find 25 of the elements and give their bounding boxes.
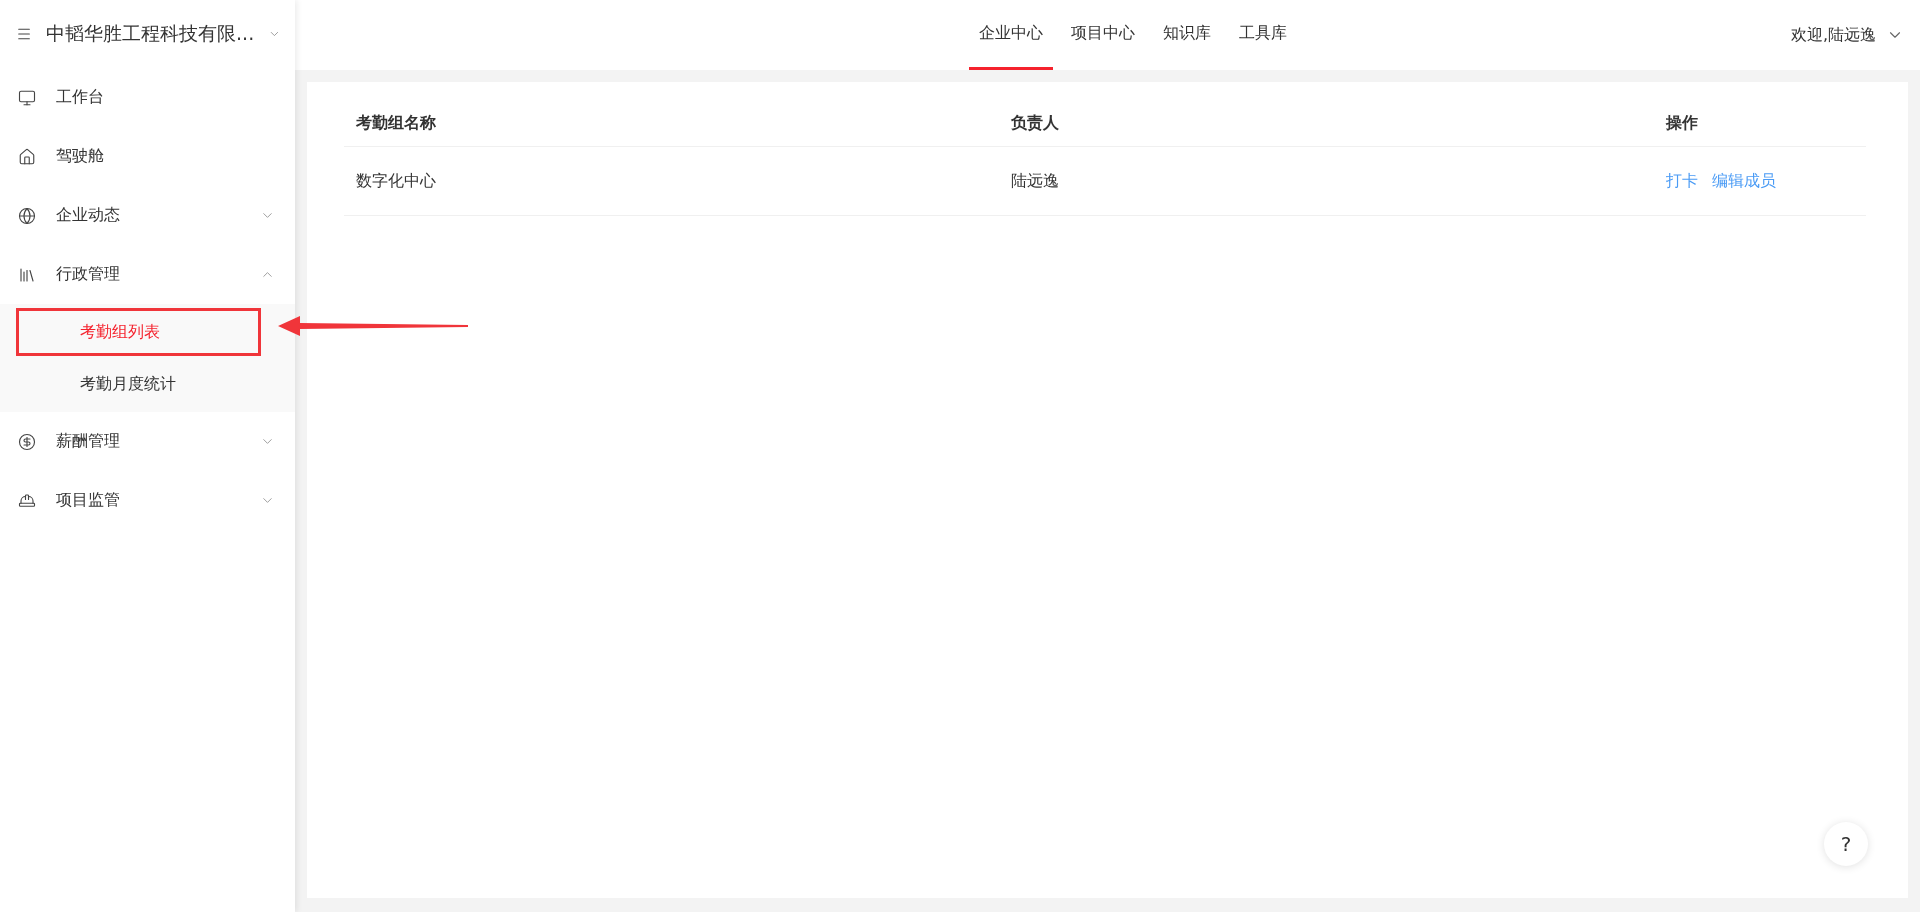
user-menu[interactable]: 欢迎,陆远逸 (1790, 0, 1904, 70)
table-cell-text: 数字化中心 (356, 170, 437, 192)
help-button[interactable]: ? (1824, 822, 1868, 866)
monitor-icon (18, 88, 36, 107)
house-icon (18, 147, 36, 166)
column-header: 操作 (1666, 112, 1699, 134)
nav-tab[interactable]: 工具库 (1228, 0, 1297, 70)
column-header: 考勤组名称 (356, 112, 437, 134)
sidebar-item[interactable]: 薪酬管理 (0, 412, 295, 471)
coin-icon (18, 432, 36, 451)
table-cell-text: 陆远逸 (1011, 170, 1060, 192)
hard-hat-icon (18, 491, 36, 510)
nav-tab[interactable]: 企业中心 (968, 0, 1053, 70)
column-header: 负责人 (1011, 112, 1060, 134)
nav-tab[interactable]: 知识库 (1152, 0, 1221, 70)
sidebar-item[interactable]: 企业动态 (0, 186, 295, 245)
sidebar-item[interactable]: 工作台 (0, 68, 295, 127)
sidebar-item[interactable]: 驾驶舱 (0, 127, 295, 186)
submenu-item[interactable]: 考勤组列表 (19, 321, 160, 343)
globe-icon (18, 206, 36, 225)
sidebar-item[interactable]: 项目监管 (0, 471, 295, 530)
nav-tab[interactable]: 项目中心 (1060, 0, 1145, 70)
company-name: 中韬华胜工程科技有限... (46, 21, 255, 46)
sidebar-item[interactable]: 行政管理 (0, 245, 295, 304)
submenu-item[interactable]: 考勤月度统计 (0, 373, 176, 395)
